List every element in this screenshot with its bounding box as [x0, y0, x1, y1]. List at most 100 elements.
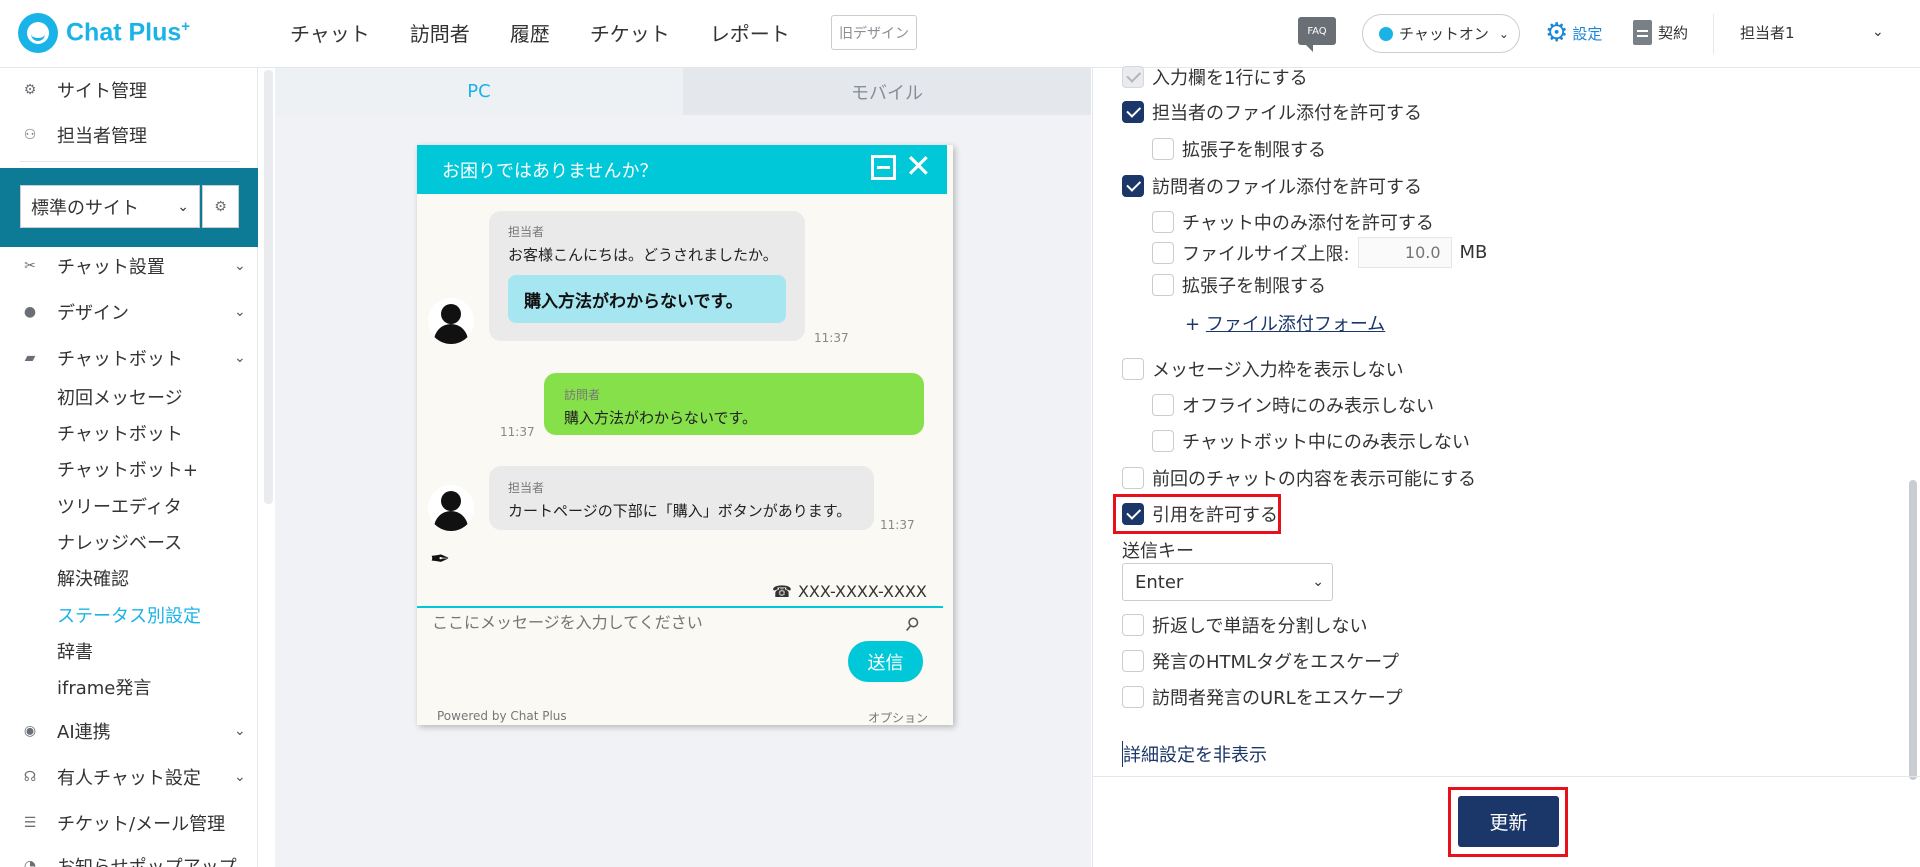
sidebar-sub-status-settings[interactable]: ステータス別設定 — [57, 602, 201, 628]
setting-visitor-ext-limit[interactable]: 拡張子を制限する — [1152, 272, 1326, 298]
divider — [1092, 68, 1093, 867]
sidebar-sub-chatbot-plus[interactable]: チャットボット+ — [57, 456, 198, 482]
nav-history[interactable]: 履歴 — [510, 18, 550, 47]
operator-avatar — [428, 485, 474, 531]
setting-file-size-limit[interactable]: ファイルサイズ上限: MB — [1152, 237, 1487, 268]
setting-visitor-file-attach[interactable]: 訪問者のファイル添付を許可する — [1122, 173, 1422, 199]
nav-tickets[interactable]: チケット — [590, 18, 670, 47]
old-design-button[interactable]: 旧デザイン — [831, 15, 917, 50]
checkbox[interactable] — [1152, 138, 1174, 160]
site-settings-icon[interactable]: ⚙ — [202, 185, 239, 228]
quick-reply-button[interactable]: 購入方法がわからないです。 — [508, 275, 786, 323]
logo[interactable]: Chat Plus+ — [18, 13, 190, 53]
tab-mobile[interactable]: モバイル — [683, 68, 1091, 115]
setting-hide-message-input[interactable]: メッセージ入力枠を表示しない — [1122, 356, 1404, 382]
sidebar-item-popup[interactable]: ◔ お知らせポップアップ — [0, 855, 258, 867]
site-select[interactable]: 標準のサイト ⌄ — [20, 185, 200, 228]
document-icon — [1633, 20, 1652, 45]
sidebar-item-label: チャットボット — [57, 349, 183, 370]
divider — [20, 161, 240, 162]
settings-link[interactable]: ⚙ 設定 — [1545, 20, 1602, 46]
nav-reports[interactable]: レポート — [710, 18, 790, 47]
checkbox[interactable] — [1152, 394, 1174, 416]
sidebar-item-operator-management[interactable]: ⚇ 担当者管理 — [0, 124, 258, 147]
gear-icon: ⚙ — [1545, 18, 1569, 48]
checkbox[interactable] — [1122, 467, 1144, 489]
powered-by: Powered by Chat Plus — [437, 709, 567, 723]
sidebar-sub-first-message[interactable]: 初回メッセージ — [57, 384, 183, 410]
sidebar-sub-tree-editor[interactable]: ツリーエディタ — [57, 493, 182, 519]
phone-number[interactable]: ☎ XXX-XXXX-XXXX — [772, 582, 927, 601]
setting-escape-html[interactable]: 発言のHTMLタグをエスケープ — [1122, 648, 1399, 674]
panel-scrollbar[interactable] — [1909, 480, 1917, 780]
setting-label: チャットボット中にのみ表示しない — [1182, 432, 1470, 453]
chevron-down-icon: ⌄ — [1498, 26, 1509, 41]
setting-no-word-break[interactable]: 折返しで単語を分割しない — [1122, 612, 1367, 638]
sidebar-sub-knowledge-base[interactable]: ナレッジベース — [57, 529, 182, 555]
checkbox[interactable] — [1152, 211, 1174, 233]
checkbox[interactable] — [1122, 650, 1144, 672]
file-size-input[interactable] — [1357, 237, 1452, 268]
add-file-attach-form-link[interactable]: + ファイル添付フォーム — [1185, 310, 1385, 336]
setting-label: 拡張子を制限する — [1182, 140, 1326, 161]
site-select-value: 標準のサイト — [31, 197, 139, 219]
setting-operator-file-attach[interactable]: 担当者のファイル添付を許可する — [1122, 99, 1422, 125]
update-button[interactable]: 更新 — [1458, 796, 1559, 847]
send-key-value: Enter — [1135, 571, 1184, 593]
faq-icon[interactable]: FAQ — [1298, 17, 1336, 52]
sidebar-scrollbar[interactable] — [264, 70, 273, 504]
sidebar-item-design[interactable]: ● デザイン ⌄ — [0, 301, 258, 324]
setting-operator-ext-limit[interactable]: 拡張子を制限する — [1152, 136, 1326, 162]
user-menu[interactable]: 担当者1 — [1740, 22, 1795, 43]
chat-plus-logo-icon — [18, 13, 58, 53]
setting-escape-visitor-url[interactable]: 訪問者発言のURLをエスケープ — [1122, 684, 1403, 710]
contract-link[interactable]: 契約 — [1633, 20, 1688, 45]
message-time: 11:37 — [880, 518, 915, 532]
checkbox[interactable] — [1122, 358, 1144, 380]
sidebar-sub-resolution-check[interactable]: 解決確認 — [57, 565, 129, 591]
close-icon[interactable]: ✕ — [905, 150, 932, 182]
option-link[interactable]: オプション — [868, 709, 928, 726]
sidebar-item-ticket-mail[interactable]: ☰ チケット/メール管理 — [0, 812, 258, 835]
sidebar-item-chatbot[interactable]: ▰ チャットボット ⌄ — [0, 347, 258, 370]
checkbox[interactable] — [1122, 101, 1144, 123]
chat-bubble-icon: ▰ — [24, 350, 36, 366]
checkbox[interactable] — [1122, 175, 1144, 197]
setting-single-line-input[interactable]: 入力欄を1行にする — [1122, 64, 1308, 90]
message-sender: 担当者 — [508, 225, 545, 239]
chevron-up-icon: ⌄ — [234, 350, 246, 366]
sidebar-item-site-management[interactable]: ⚙ サイト管理 — [0, 79, 258, 102]
chat-status-toggle[interactable]: チャットオン ⌄ — [1362, 14, 1520, 53]
sidebar-item-chat-install[interactable]: ✂ チャット設置 ⌄ — [0, 255, 258, 278]
setting-hide-chatbot-only[interactable]: チャットボット中にのみ表示しない — [1152, 428, 1470, 454]
setting-hide-offline-only[interactable]: オフライン時にのみ表示しない — [1152, 392, 1434, 418]
setting-show-previous-chat[interactable]: 前回のチャットの内容を表示可能にする — [1122, 465, 1476, 491]
checkbox[interactable] — [1122, 66, 1144, 88]
setting-label: ファイルサイズ上限: — [1182, 243, 1350, 265]
sidebar-sub-dictionary[interactable]: 辞書 — [57, 638, 93, 664]
sidebar-sub-iframe[interactable]: iframe発言 — [57, 674, 151, 700]
message-input[interactable] — [432, 613, 872, 632]
message-sender: 訪問者 — [564, 388, 601, 402]
sidebar-sub-chatbot[interactable]: チャットボット — [57, 420, 183, 446]
checkbox[interactable] — [1152, 241, 1174, 264]
checkbox[interactable] — [1122, 614, 1144, 636]
send-button[interactable]: 送信 — [848, 641, 923, 682]
advanced-settings-toggle[interactable]: 詳細設定を非表示 — [1122, 741, 1267, 767]
sidebar-item-ai[interactable]: ◉ AI連携 ⌄ — [0, 720, 258, 743]
sidebar-item-live-chat[interactable]: ☊ 有人チャット設定 ⌄ — [0, 766, 258, 789]
divider — [1093, 776, 1920, 777]
nav-visitors[interactable]: 訪問者 — [410, 18, 470, 47]
tab-pc[interactable]: PC — [275, 68, 683, 115]
minimize-icon[interactable] — [871, 155, 896, 180]
checkbox[interactable] — [1152, 274, 1174, 296]
checkbox[interactable] — [1122, 686, 1144, 708]
send-key-select[interactable]: Enter ⌄ — [1122, 563, 1333, 601]
setting-visitor-only-in-chat[interactable]: チャット中のみ添付を許可する — [1152, 209, 1434, 235]
checkbox[interactable] — [1152, 430, 1174, 452]
setting-label: 訪問者発言のURLをエスケープ — [1152, 688, 1403, 709]
nav-chat[interactable]: チャット — [290, 18, 370, 47]
message-time: 11:37 — [500, 425, 535, 439]
chevron-down-icon[interactable]: ⌄ — [1872, 24, 1884, 40]
sidebar-item-label: お知らせポップアップ — [57, 853, 237, 867]
